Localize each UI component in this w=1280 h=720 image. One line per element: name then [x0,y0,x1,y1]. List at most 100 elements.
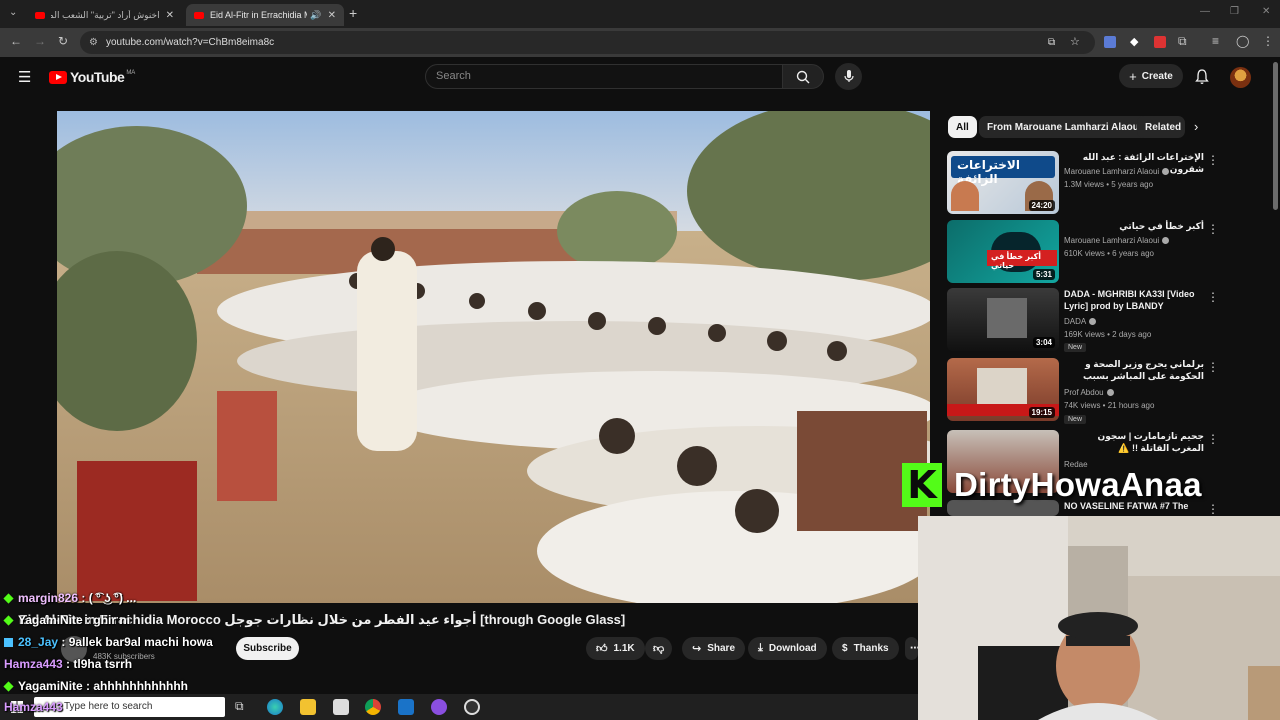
tab-arabic-video[interactable]: اخنوش أراد "تربية" الشعب المغر... ✕ [27,4,182,26]
edge-icon[interactable] [267,699,283,715]
duration-badge: 24:20 [1028,200,1055,211]
store-icon[interactable] [333,699,349,715]
streamer-name: DirtyHowaAnaa [954,466,1202,503]
extension-diamond-icon[interactable]: ◆ [1130,35,1138,48]
close-window-icon[interactable]: ✕ [1262,6,1270,17]
install-icon[interactable]: ⧉ [1048,31,1055,54]
forward-icon[interactable]: → [34,34,46,48]
tab-title: اخنوش أراد "تربية" الشعب المغر... [51,9,160,20]
reading-list-icon[interactable]: ≡ [1212,34,1219,48]
create-button[interactable]: + Create [1119,64,1183,88]
more-actions-icon[interactable]: ⋮ [1207,502,1217,516]
recommendation-item[interactable]: 3:04 DADA - MGHRIBI KA33I [Video Lyric] … [947,288,1219,352]
file-explorer-icon[interactable] [300,699,316,715]
dislike-button[interactable]: 👎︎ [645,637,673,660]
search-button[interactable] [782,64,824,89]
like-button[interactable]: 👍︎ 1.1K [586,637,645,660]
youtube-masthead: ☰ YouTube MA Search + Create [0,57,1280,97]
more-actions-icon[interactable]: ⋮ [1207,432,1219,446]
extension-red-icon[interactable] [1154,36,1166,48]
channel-name[interactable]: DADA [1064,317,1097,326]
thanks-label: Thanks [853,643,889,654]
webcam-frame [918,516,1280,720]
bookmark-star-icon[interactable]: ☆ [1070,31,1080,54]
channel-name[interactable]: Prof Abdou [1064,388,1114,397]
video-thumbnail[interactable]: 19:15 [947,358,1059,421]
chrome-icon[interactable] [365,699,381,715]
thumbs-up-icon: 👍︎ [596,643,608,655]
channel-name[interactable]: Marouane Lamharzi Alaoui [1064,167,1170,176]
video-thumbnail[interactable]: الاختراعات الزائفة 24:20 [947,151,1059,214]
chat-text: ( ͡° ͜ʖ ͡°) ... [88,591,137,605]
duration-badge: 19:15 [1028,407,1055,418]
notifications-bell-icon[interactable] [1195,69,1209,85]
more-actions-button[interactable]: ⋯ [905,637,920,660]
voice-search-button[interactable] [835,63,862,90]
recommendation-title[interactable]: جحيم تازمامارت | سجون المغرب القاتلة !! … [1064,430,1204,454]
duration-badge: 5:31 [1032,269,1055,280]
minimize-icon[interactable]: — [1200,6,1210,17]
recommendation-title[interactable]: أكبر خطأ في حياتي [1064,220,1204,232]
download-button[interactable]: ⤓ Download [748,637,827,660]
chat-message: Hamza443 [4,700,63,714]
back-icon[interactable]: ← [10,34,22,48]
chat-diamond-icon [3,593,14,604]
extension-translate-icon[interactable] [1104,36,1116,48]
close-tab-icon[interactable]: ✕ [166,10,174,21]
windows-taskbar: Type here to search ⧉ [0,694,918,720]
chat-username: Hamza443 [4,700,63,714]
youtube-play-logo-icon [49,70,67,84]
chip-all[interactable]: All [948,116,977,138]
hamburger-menu-icon[interactable]: ☰ [18,68,31,86]
channel-name[interactable]: Marouane Lamharzi Alaoui [1064,236,1170,245]
address-bar[interactable]: ⚙ youtube.com/watch?v=ChBm8eima8c ⧉ ☆ [80,31,1095,54]
recommendation-title[interactable]: برلماني يحرج وزير الصحة و الحكومة على ال… [1064,358,1204,382]
verified-check-icon [1089,318,1097,326]
thanks-icon: $ [842,643,848,654]
chip-related[interactable]: Related [1137,116,1185,138]
more-actions-icon[interactable]: ⋮ [1207,360,1219,374]
more-actions-icon[interactable]: ⋮ [1207,290,1219,304]
video-thumbnail[interactable]: أكبر خطأ في حياتي 5:31 [947,220,1059,283]
restore-icon[interactable]: ❐ [1230,6,1239,17]
more-actions-icon[interactable]: ⋮ [1207,222,1219,236]
page-scrollbar[interactable] [1273,62,1278,210]
recommendation-item[interactable]: أكبر خطأ في حياتي 5:31 أكبر خطأ في حياتي… [947,220,1219,284]
youtube-logo[interactable]: YouTube MA [49,69,135,85]
chat-text: tl9ha tsrrh [73,657,133,671]
thumbnail-text: أكبر خطأ في حياتي [991,252,1041,270]
extensions-puzzle-icon[interactable]: ⧉ [1178,34,1187,49]
chat-text: ghir ni [93,613,131,627]
video-thumbnail[interactable]: 3:04 [947,288,1059,351]
obs-icon[interactable] [464,699,480,715]
recommendation-item[interactable]: الاختراعات الزائفة 24:20 الإختراعات الزا… [947,151,1219,215]
browser-toolbar: ← → ↻ ⚙ youtube.com/watch?v=ChBm8eima8c … [0,28,1280,57]
recommendation-item[interactable]: 19:15 برلماني يحرج وزير الصحة و الحكومة … [947,358,1219,424]
task-view-icon[interactable]: ⧉ [235,699,244,714]
reload-icon[interactable]: ↻ [58,34,68,48]
video-player[interactable] [57,111,930,603]
tab-eid-video[interactable]: Eid Al-Fitr in Errachidia Mo... 🔊 ✕ [186,4,344,26]
audio-playing-icon[interactable]: 🔊 [310,10,321,21]
search-icon [796,70,810,84]
tab-search-icon[interactable]: ⌄ [9,7,17,18]
chevron-right-icon[interactable]: › [1194,119,1198,134]
more-actions-icon[interactable]: ⋮ [1207,153,1219,167]
verified-check-icon [1106,389,1114,397]
subscribe-button[interactable]: Subscribe [236,637,299,660]
channel-name-text: Marouane Lamharzi Alaoui [1064,236,1160,245]
avatar[interactable] [1230,67,1251,88]
browser-menu-icon[interactable]: ⋮ [1262,34,1274,48]
discord-icon[interactable] [431,699,447,715]
close-tab-icon[interactable]: ✕ [328,10,336,21]
thanks-button[interactable]: $ Thanks [832,637,899,660]
recommendation-title[interactable]: DADA - MGHRIBI KA33I [Video Lyric] prod … [1064,288,1204,312]
share-button[interactable]: ↪ Share [682,637,746,660]
outlook-icon[interactable] [398,699,414,715]
profile-icon[interactable]: ◯ [1236,34,1249,48]
site-info-icon[interactable]: ⚙ [89,31,98,54]
chat-message: 28_Jay : 9allek bar9al machi howa [4,635,213,649]
chip-from-channel[interactable]: From Marouane Lamharzi Alaoui [979,116,1150,138]
new-tab-icon[interactable]: + [349,5,357,21]
search-input[interactable]: Search [425,64,783,89]
